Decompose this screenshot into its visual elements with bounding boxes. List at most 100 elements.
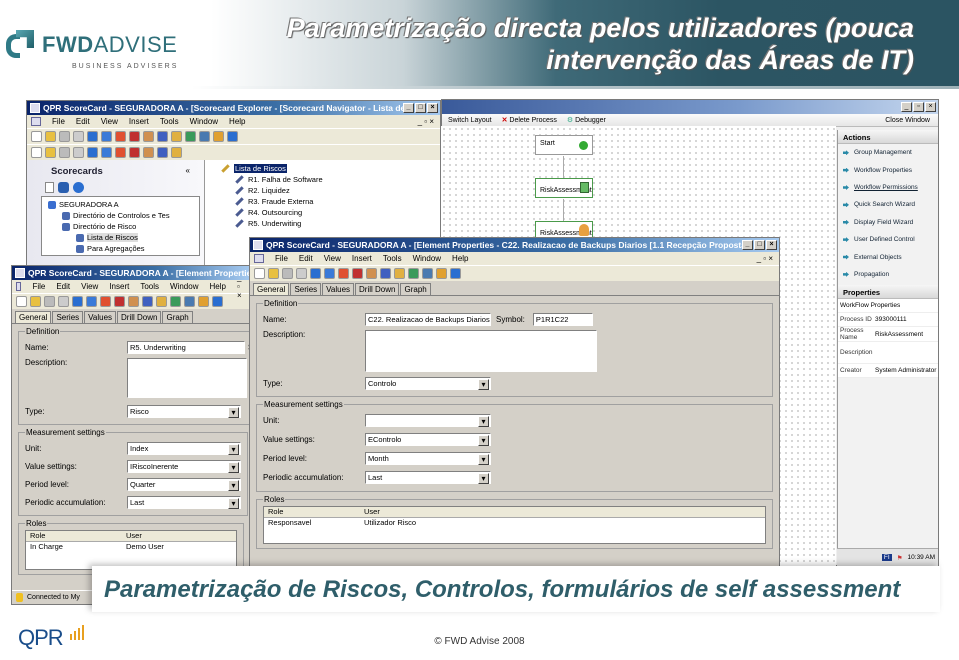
tree-item[interactable]: Directório de Controlos e Tes	[42, 210, 199, 221]
open-icon[interactable]	[268, 268, 279, 279]
tree-item[interactable]: Para Agregações	[42, 243, 199, 254]
menu-file[interactable]: File	[275, 254, 288, 263]
properties-icon[interactable]	[101, 147, 112, 158]
periodic-accumulation-select[interactable]: Last	[365, 471, 491, 484]
link-icon[interactable]	[157, 131, 168, 142]
close-button[interactable]: ×	[427, 103, 438, 113]
help-icon[interactable]	[212, 296, 223, 307]
mdi-controls[interactable]: _ ▫ ×	[418, 117, 434, 126]
menu-help[interactable]: Help	[452, 254, 468, 263]
menu-tools[interactable]: Tools	[383, 254, 402, 263]
minimize-button[interactable]: _	[742, 240, 753, 250]
action-external-objects[interactable]: External Objects	[838, 248, 938, 265]
link-icon[interactable]	[142, 296, 153, 307]
collapse-icon[interactable]: «	[186, 166, 190, 177]
navigator-root[interactable]: Lista de Riscos	[211, 163, 434, 174]
column-header-user[interactable]: User	[364, 507, 380, 517]
action-display-field-wizard[interactable]: Display Field Wizard	[838, 214, 938, 231]
ruler-icon[interactable]	[394, 268, 405, 279]
alarm-icon[interactable]	[129, 131, 140, 142]
maximize-button[interactable]: □	[754, 240, 765, 250]
scorecard-icon[interactable]	[58, 182, 69, 193]
view-icon[interactable]	[87, 147, 98, 158]
mdi-controls[interactable]: _ ▫ ×	[237, 273, 244, 300]
tab-graph[interactable]: Graph	[162, 311, 193, 323]
unit-select[interactable]	[365, 414, 491, 427]
type-select[interactable]: Risco	[127, 404, 241, 418]
link-icon[interactable]	[380, 268, 391, 279]
unit-select[interactable]: Index	[127, 441, 241, 455]
description-field[interactable]	[127, 358, 247, 398]
close-button[interactable]: ×	[925, 102, 936, 112]
close-button[interactable]: ×	[766, 240, 777, 250]
chart-icon[interactable]	[184, 296, 195, 307]
workflow-node-risk-assessment[interactable]: RiskAssessment	[535, 178, 593, 198]
periodic-accumulation-select[interactable]: Last	[127, 495, 241, 509]
chart-icon[interactable]	[199, 131, 210, 142]
copy-icon[interactable]	[44, 296, 55, 307]
name-field[interactable]: C22. Realizacao de Backups Diarios	[365, 312, 491, 326]
new-icon[interactable]	[31, 131, 42, 142]
tab-drill-down[interactable]: Drill Down	[117, 311, 162, 323]
export-icon[interactable]	[115, 131, 126, 142]
action-quick-search-wizard[interactable]: Quick Search Wizard	[838, 196, 938, 213]
export-icon[interactable]	[338, 268, 349, 279]
alarm-icon[interactable]	[352, 268, 363, 279]
paste-icon[interactable]	[58, 296, 69, 307]
alarm-icon[interactable]	[114, 296, 125, 307]
delete-process-button[interactable]: ✕ Delete Process	[502, 116, 557, 124]
action-user-defined-control[interactable]: User Defined Control	[838, 231, 938, 248]
action-propagation[interactable]: Propagation	[838, 266, 938, 283]
minimize-button[interactable]: _	[403, 103, 414, 113]
help-icon[interactable]	[450, 268, 461, 279]
users-icon[interactable]	[143, 131, 154, 142]
lock-icon[interactable]	[436, 268, 447, 279]
action-group-management[interactable]: Group Management	[838, 144, 938, 161]
switch-layout-button[interactable]: Switch Layout	[448, 117, 492, 124]
paste-icon[interactable]	[73, 147, 84, 158]
tree-item[interactable]: SEGURADORA A	[42, 199, 199, 210]
view-icon[interactable]	[87, 131, 98, 142]
copy-icon[interactable]	[59, 131, 70, 142]
description-field[interactable]	[365, 330, 597, 372]
menu-window[interactable]: Window	[170, 282, 198, 291]
ruler-icon[interactable]	[171, 147, 182, 158]
close-window-button[interactable]: Close Window	[885, 117, 930, 124]
navigator-item[interactable]: R5. Underwiting	[211, 218, 434, 229]
paste-icon[interactable]	[73, 131, 84, 142]
menu-edit[interactable]: Edit	[76, 117, 90, 126]
maximize-button[interactable]: □	[415, 103, 426, 113]
new-icon[interactable]	[45, 182, 54, 193]
menu-help[interactable]: Help	[229, 117, 245, 126]
menu-file[interactable]: File	[52, 117, 65, 126]
symbol-field[interactable]: P1R1C22	[532, 312, 593, 326]
name-field[interactable]: R5. Underwriting	[127, 340, 245, 354]
navigator-item[interactable]: R3. Fraude Externa	[211, 196, 434, 207]
open-icon[interactable]	[45, 147, 56, 158]
menu-view[interactable]: View	[81, 282, 98, 291]
open-icon[interactable]	[30, 296, 41, 307]
action-workflow-properties[interactable]: Workflow Properties	[838, 161, 938, 178]
action-workflow-permissions[interactable]: Workflow Permissions	[838, 179, 938, 196]
value-settings-select[interactable]: EControlo	[365, 433, 491, 446]
menu-window[interactable]: Window	[190, 117, 218, 126]
info-icon[interactable]	[73, 182, 84, 193]
tab-series[interactable]: Series	[290, 283, 322, 295]
lock-icon[interactable]	[198, 296, 209, 307]
new-icon[interactable]	[31, 147, 42, 158]
mdi-controls[interactable]: _ ▫ ×	[757, 254, 773, 263]
new-icon[interactable]	[16, 296, 27, 307]
app-menu-icon[interactable]	[254, 254, 264, 263]
link-icon[interactable]	[157, 147, 168, 158]
menu-insert[interactable]: Insert	[129, 117, 149, 126]
tab-drill-down[interactable]: Drill Down	[355, 283, 400, 295]
restore-button[interactable]: ▫	[913, 102, 924, 112]
table-row[interactable]: Responsavel Utilizador Risco	[264, 518, 765, 529]
app-menu-icon[interactable]	[16, 282, 22, 291]
period-level-select[interactable]: Month	[365, 452, 491, 465]
menu-insert[interactable]: Insert	[352, 254, 372, 263]
menu-insert[interactable]: Insert	[109, 282, 129, 291]
tab-general[interactable]: General	[253, 283, 290, 295]
export-icon[interactable]	[100, 296, 111, 307]
navigator-item[interactable]: R2. Liquidez	[211, 185, 434, 196]
